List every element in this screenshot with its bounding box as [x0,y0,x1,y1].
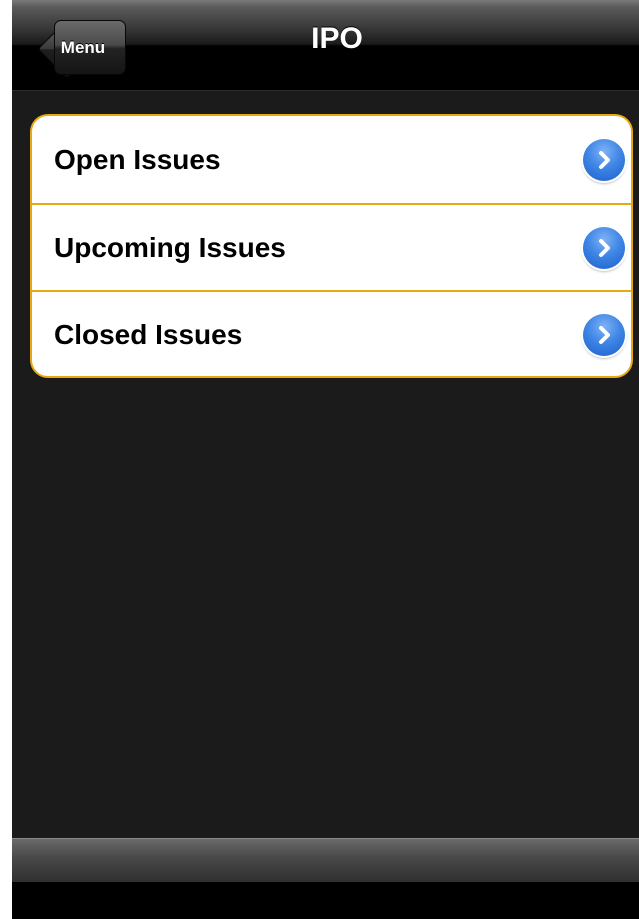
bottom-bar [12,882,639,919]
chevron-right-circle-icon[interactable] [583,226,625,269]
list-item-label: Closed Issues [54,318,243,350]
list-item-upcoming-issues[interactable]: Upcoming Issues [32,203,631,290]
list-item-label: Open Issues [54,143,221,175]
list-item-closed-issues[interactable]: Closed Issues [32,290,631,376]
chevron-right-circle-icon[interactable] [583,313,625,356]
page-title: IPO [311,22,363,55]
bottom-toolbar [12,838,639,883]
list-item-label: Upcoming Issues [54,231,286,263]
chevron-right-circle-icon[interactable] [583,138,625,181]
app-screen: Menu IPO Open Issues Upcoming Issues Clo… [12,0,639,919]
list-item-open-issues[interactable]: Open Issues [32,116,631,203]
issues-list: Open Issues Upcoming Issues Closed Issue… [30,114,633,378]
navigation-bar: Menu IPO [12,0,639,91]
